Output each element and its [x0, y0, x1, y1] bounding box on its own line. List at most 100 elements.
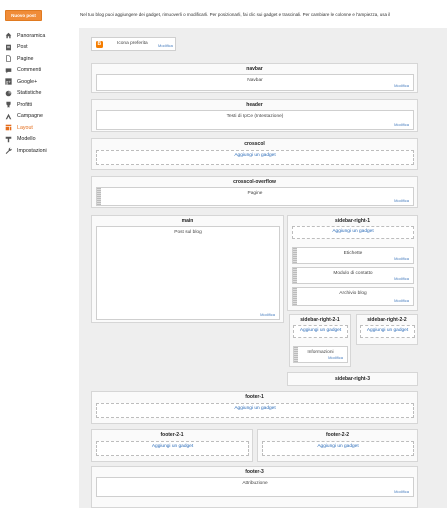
- widget-modulo-di-contatto[interactable]: Modulo di contatto Modifica: [292, 267, 414, 284]
- edit-link[interactable]: Modifica: [394, 122, 409, 127]
- edit-link[interactable]: Modifica: [394, 198, 409, 203]
- add-gadget-label: Aggiungi un gadget: [234, 153, 276, 158]
- section-title: crosscol-overflow: [233, 179, 276, 185]
- post-icon: [4, 44, 13, 51]
- sidebar-item-layout[interactable]: Layout: [4, 122, 74, 134]
- sidebar-item-statistiche[interactable]: Statistiche: [4, 88, 74, 100]
- edit-link[interactable]: Modifica: [394, 256, 409, 261]
- sidebar-item-label: Post: [17, 44, 28, 51]
- section-title: footer-2-1: [160, 432, 184, 438]
- wrench-icon: [4, 147, 13, 155]
- comment-icon: [4, 67, 13, 74]
- add-gadget-button[interactable]: Aggiungi un gadget: [96, 150, 414, 165]
- section-title: footer-3: [245, 469, 264, 475]
- section-title: header: [246, 102, 263, 108]
- sidebar-item-label: Panoramica: [17, 32, 46, 39]
- section-header: header Testi di IpCe (Intestazione) Modi…: [91, 99, 418, 132]
- template-icon: [4, 136, 13, 143]
- sidebar-item-pagine[interactable]: Pagine: [4, 53, 74, 65]
- section-title: sidebar-right-2-1: [300, 317, 340, 323]
- section-title: sidebar-right-1: [334, 218, 370, 224]
- widget-name: Pagine: [247, 191, 263, 196]
- google-plus-icon: g+: [4, 78, 13, 85]
- widget-pagine[interactable]: Pagine Modifica: [96, 187, 414, 206]
- section-sidebar-right-3: sidebar-right-3: [287, 372, 418, 386]
- section-title: main: [181, 218, 194, 224]
- sidebar-item-label: Statistiche: [17, 90, 42, 97]
- new-post-button[interactable]: Nuovo post: [5, 10, 42, 21]
- sidebar-item-label: Profitti: [17, 101, 33, 108]
- section-crosscol-overflow: crosscol-overflow Pagine Modifica: [91, 176, 418, 208]
- widget-post-sul-blog[interactable]: Post sul blog Modifica: [96, 226, 280, 320]
- campaign-icon: [4, 113, 13, 120]
- add-gadget-button[interactable]: Aggiungi un gadget: [96, 403, 414, 418]
- edit-link[interactable]: Modifica: [394, 276, 409, 281]
- sidebar-item-label: Impostazioni: [17, 147, 47, 154]
- sidebar-item-label: Modello: [17, 136, 36, 143]
- sidebar-item-label: Campagne: [17, 113, 43, 120]
- sidebar-item-post[interactable]: Post: [4, 42, 74, 54]
- layout-icon: [4, 124, 13, 131]
- layout-instructions: Nel tuo blog puoi aggiungere dei gadget,…: [80, 12, 391, 17]
- sidebar-item-campagne[interactable]: Campagne: [4, 111, 74, 123]
- sidebar-item-label: Google+: [17, 78, 38, 85]
- widget-navbar[interactable]: Navbar Modifica: [96, 74, 414, 91]
- widget-name: Navbar: [247, 78, 263, 83]
- section-title: footer-1: [245, 394, 264, 400]
- add-gadget-label: Aggiungi un gadget: [317, 444, 359, 449]
- edit-link[interactable]: Modifica: [328, 355, 343, 360]
- widget-etichette[interactable]: Etichette Modifica: [292, 247, 414, 264]
- home-icon: [4, 32, 13, 39]
- add-gadget-button[interactable]: Aggiungi un gadget: [96, 441, 249, 456]
- edit-link[interactable]: Modifica: [394, 489, 409, 494]
- sidebar-item-profitti[interactable]: Profitti: [4, 99, 74, 111]
- favicon-edit-link[interactable]: Modifica: [158, 43, 173, 48]
- section-sidebar-right-2-1: sidebar-right-2-1 Aggiungi un gadget Inf…: [289, 314, 351, 367]
- widget-informazioni[interactable]: Informazioni Modifica: [293, 346, 348, 363]
- sidebar-item-google-plus[interactable]: g+ Google+: [4, 76, 74, 88]
- section-footer-2-2: footer-2-2 Aggiungi un gadget: [257, 429, 418, 462]
- widget-name: Testi di IpCe (Intestazione): [226, 114, 284, 119]
- sidebar-item-panoramica[interactable]: Panoramica: [4, 30, 74, 42]
- add-gadget-button[interactable]: Aggiungi un gadget: [293, 325, 348, 338]
- edit-link[interactable]: Modifica: [394, 83, 409, 88]
- section-crosscol: crosscol Aggiungi un gadget: [91, 138, 418, 170]
- sidebar-nav: Panoramica Post Pagine Commenti g+ Googl…: [4, 30, 74, 157]
- sidebar-item-label: Commenti: [17, 67, 42, 74]
- widget-archivio-blog[interactable]: Archivio blog Modifica: [292, 287, 414, 306]
- sidebar-item-modello[interactable]: Modello: [4, 134, 74, 146]
- widget-header[interactable]: Testi di IpCe (Intestazione) Modifica: [96, 110, 414, 130]
- widget-attribuzione[interactable]: Attribuzione Modifica: [96, 477, 414, 497]
- section-sidebar-right-1: sidebar-right-1 Aggiungi un gadget Etich…: [287, 215, 418, 311]
- stats-icon: [4, 90, 13, 97]
- add-gadget-button[interactable]: Aggiungi un gadget: [292, 226, 414, 239]
- sidebar-item-impostazioni[interactable]: Impostazioni: [4, 145, 74, 157]
- add-gadget-button[interactable]: Aggiungi un gadget: [262, 441, 414, 456]
- add-gadget-label: Aggiungi un gadget: [299, 328, 342, 333]
- sidebar-item-label: Layout: [17, 124, 33, 131]
- section-sidebar-right-2-2: sidebar-right-2-2 Aggiungi un gadget: [356, 314, 418, 345]
- sidebar-item-commenti[interactable]: Commenti: [4, 65, 74, 77]
- edit-link[interactable]: Modifica: [394, 298, 409, 303]
- add-gadget-label: Aggiungi un gadget: [151, 444, 194, 449]
- favicon-label: Icona preferita: [117, 41, 148, 46]
- add-gadget-label: Aggiungi un gadget: [234, 406, 276, 411]
- section-title: footer-2-2: [325, 432, 350, 438]
- section-footer-3: footer-3 Attribuzione Modifica: [91, 466, 418, 508]
- section-footer-1: footer-1 Aggiungi un gadget: [91, 391, 418, 424]
- add-gadget-label: Aggiungi un gadget: [332, 229, 374, 234]
- trophy-icon: [4, 101, 13, 108]
- section-footer-2-1: footer-2-1 Aggiungi un gadget: [91, 429, 253, 462]
- section-title: sidebar-right-2-2: [367, 317, 407, 323]
- left-sidebar: Nuovo post Panoramica Post Pagine Commen…: [0, 0, 76, 508]
- favicon-widget[interactable]: Icona preferita Modifica: [91, 37, 176, 51]
- section-main: main Post sul blog Modifica: [91, 215, 284, 323]
- blogger-icon: [96, 41, 103, 48]
- section-title: sidebar-right-3: [334, 376, 370, 382]
- section-title: crosscol: [244, 141, 265, 147]
- add-gadget-button[interactable]: Aggiungi un gadget: [360, 325, 415, 338]
- sidebar-item-label: Pagine: [17, 55, 34, 62]
- widget-name: Archivio blog: [339, 291, 367, 296]
- edit-link[interactable]: Modifica: [260, 312, 275, 317]
- section-navbar: navbar Navbar Modifica: [91, 63, 418, 93]
